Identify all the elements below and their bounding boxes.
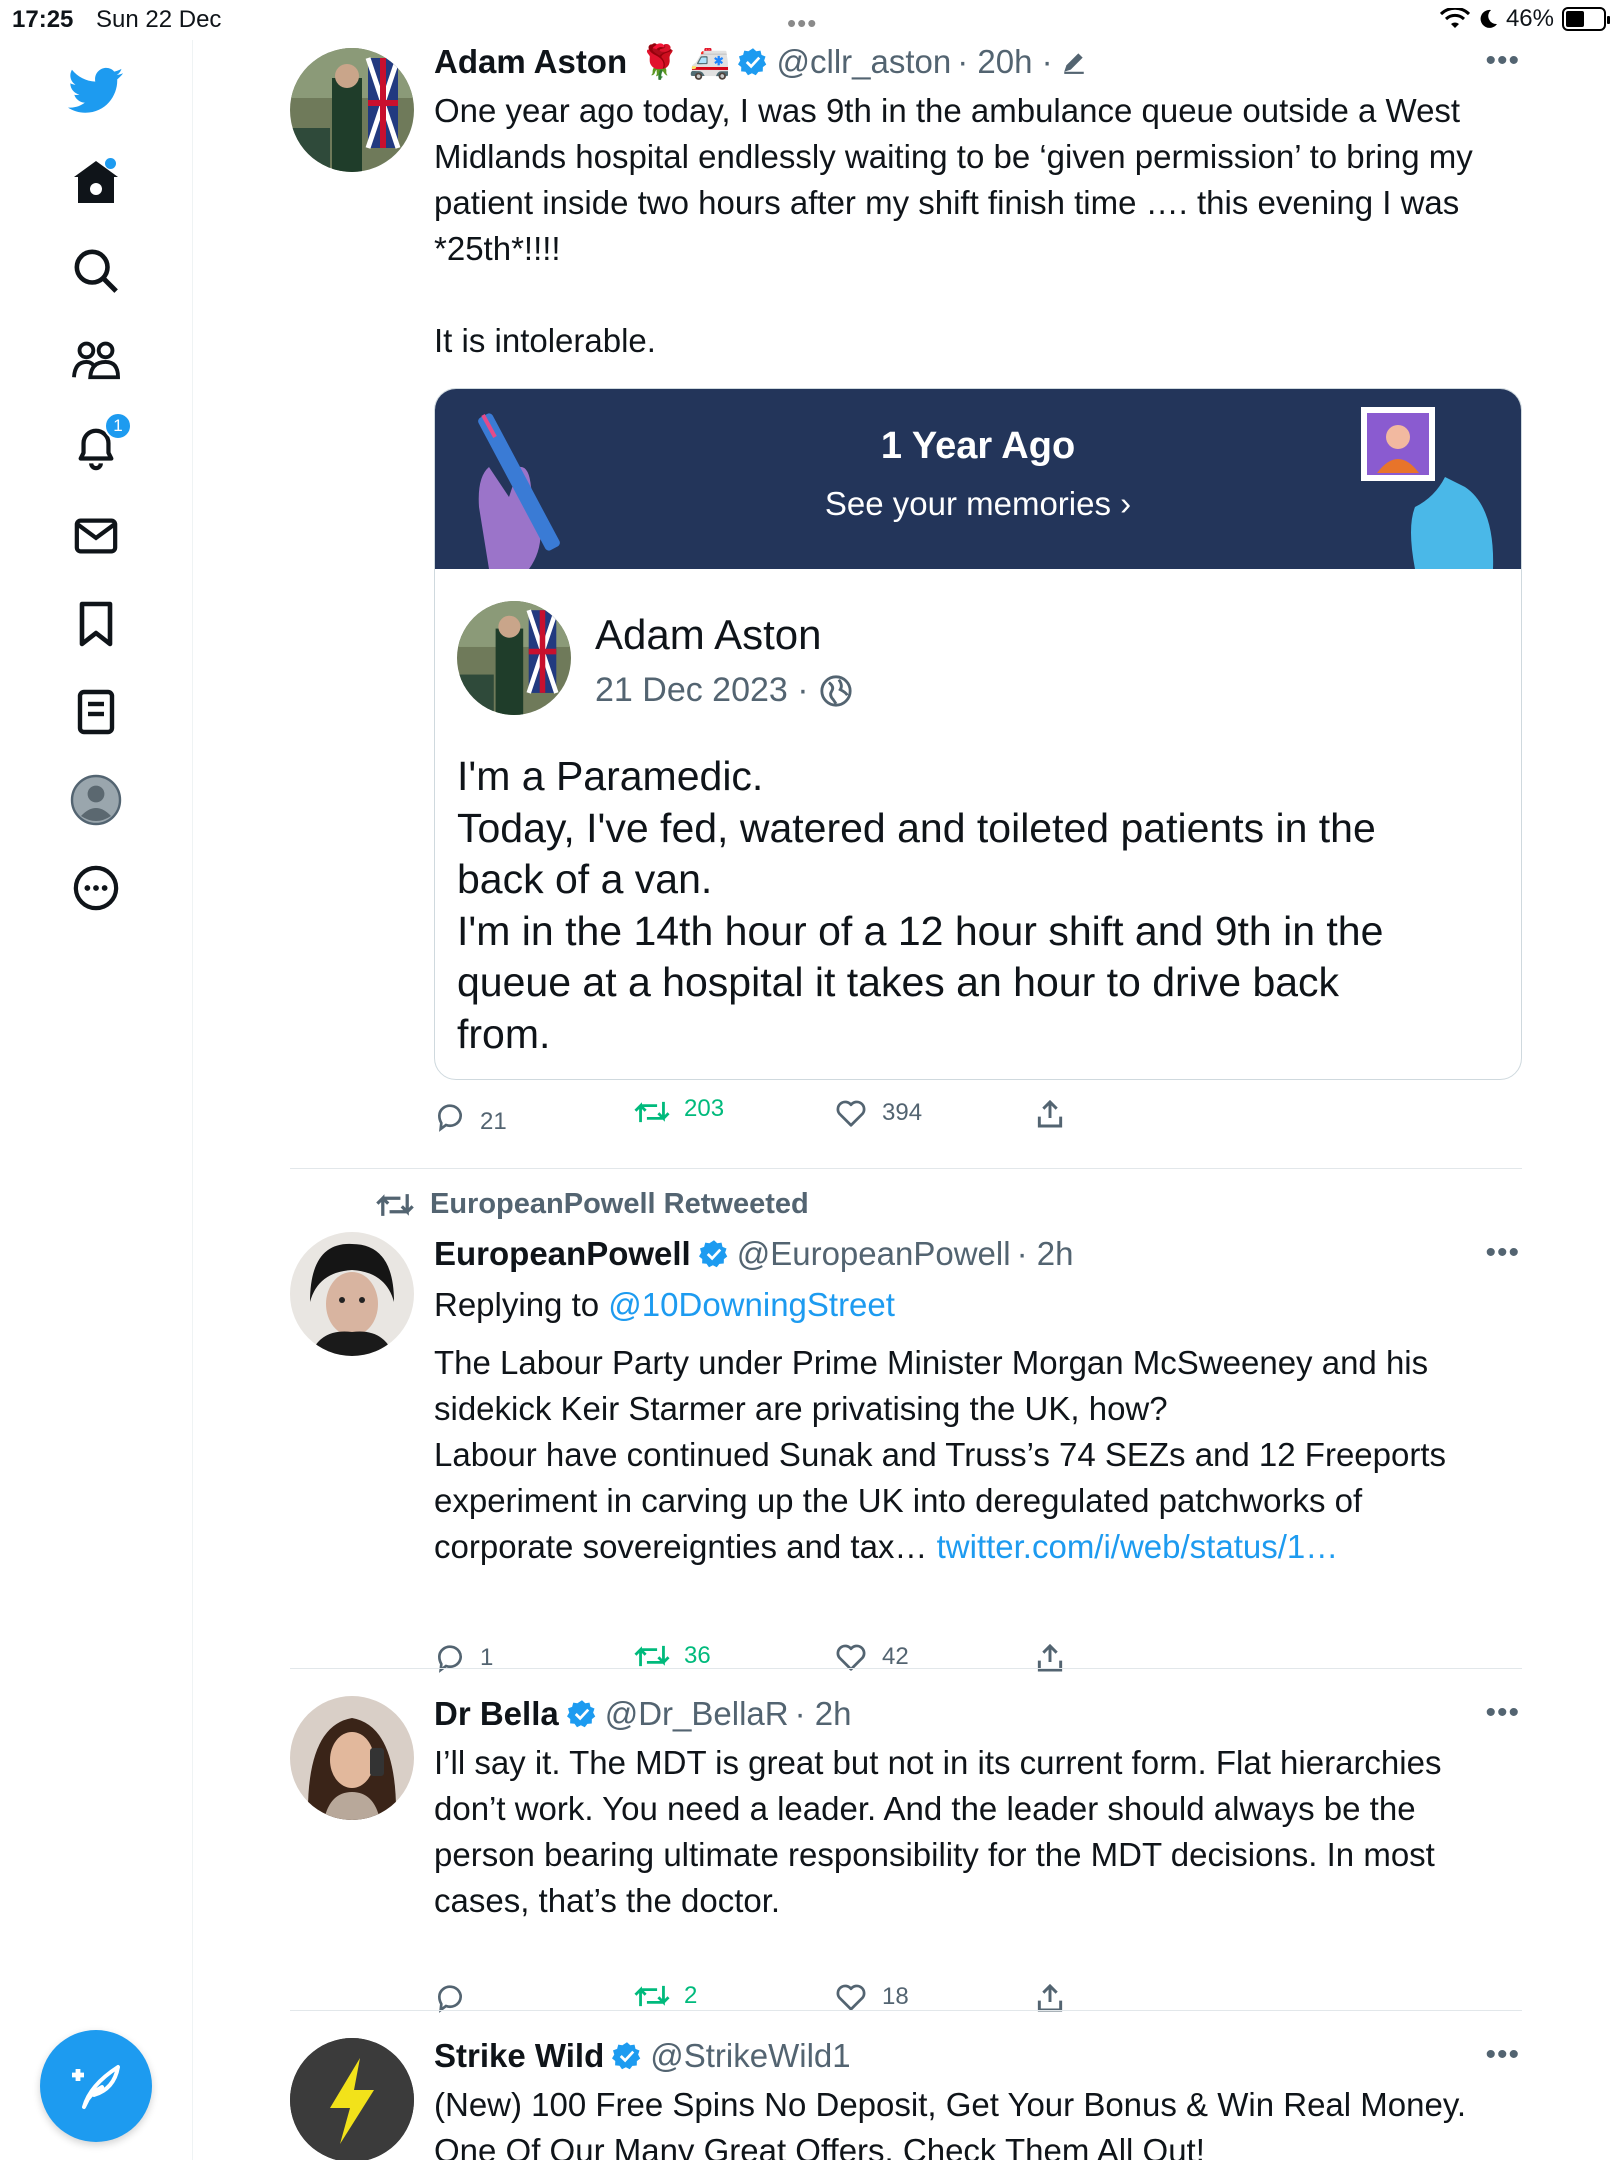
- more-options-icon[interactable]: •••: [1485, 1236, 1520, 1270]
- battery-icon: [1562, 7, 1610, 31]
- lists-icon[interactable]: [58, 674, 134, 750]
- avatar[interactable]: [290, 48, 414, 172]
- battery-percent: 46%: [1505, 5, 1554, 32]
- status-bar: 17:25 Sun 22 Dec ••• 46%: [0, 0, 1620, 40]
- moon-icon: [1480, 9, 1497, 28]
- sidebar-nav: 1: [0, 40, 193, 2160]
- home-icon[interactable]: [58, 144, 134, 220]
- memories-banner[interactable]: 1 Year Ago See your memories ›: [435, 389, 1521, 569]
- tweet-text: One year ago today, I was 9th in the amb…: [434, 92, 1473, 359]
- more-options-icon[interactable]: •••: [1485, 2038, 1520, 2072]
- author-handle[interactable]: @StrikeWild1: [650, 2034, 850, 2078]
- author-name[interactable]: Adam Aston: [434, 40, 627, 84]
- bookmarks-icon[interactable]: [58, 586, 134, 662]
- retweet-icon: [376, 1193, 414, 1216]
- chevron-right-icon: ›: [1120, 485, 1132, 522]
- retweet-icon: [634, 1985, 670, 2007]
- reply-button[interactable]: 21: [434, 1098, 507, 1136]
- author-emojis: 🌹 🚑: [639, 43, 731, 80]
- like-button[interactable]: 18: [834, 1982, 909, 2012]
- avatar[interactable]: [290, 1232, 414, 1356]
- share-icon: [1037, 1643, 1063, 1672]
- share-button[interactable]: [1034, 1098, 1066, 1130]
- author-handle[interactable]: @EuropeanPowell: [737, 1232, 1011, 1276]
- memory-card[interactable]: 1 Year Ago See your memories › Adam Asto…: [434, 388, 1522, 1080]
- reply-icon: [437, 1645, 462, 1673]
- tweet-time[interactable]: · 20h ·: [957, 40, 1052, 84]
- verified-badge-icon: [738, 48, 767, 76]
- avatar[interactable]: [290, 2038, 414, 2160]
- tweet-link[interactable]: twitter.com/i/web/status/1…: [937, 1528, 1339, 1565]
- author-name[interactable]: Strike Wild: [434, 2034, 604, 2078]
- new-tweets-dot: [105, 158, 116, 169]
- multitasking-dots-icon[interactable]: •••: [787, 8, 817, 39]
- search-icon[interactable]: [58, 233, 134, 309]
- verified-badge-icon: [698, 1240, 727, 1268]
- tweet-divider: [290, 2010, 1522, 2011]
- more-options-icon[interactable]: •••: [1485, 1696, 1520, 1730]
- retweet-button[interactable]: 203: [634, 1095, 724, 1126]
- verified-badge-icon: [566, 1700, 595, 1728]
- verified-badge-icon: [612, 2042, 641, 2070]
- tweet-text: (New) 100 Free Spins No Deposit, Get You…: [434, 2086, 1467, 2160]
- author-handle[interactable]: @cllr_aston: [776, 40, 951, 84]
- tweet-actions: 2 18: [434, 1982, 1094, 2022]
- compose-tweet-button[interactable]: [40, 2030, 152, 2142]
- globe-icon: [820, 674, 852, 707]
- tweet-actions: 1 36 42: [434, 1642, 1094, 1682]
- card-author-name: Adam Aston: [595, 611, 822, 658]
- compose-feather-icon: [72, 2065, 120, 2109]
- retweet-icon: [634, 1101, 670, 1123]
- communities-icon[interactable]: [58, 322, 134, 398]
- tweet-text: I’ll say it. The MDT is great but not in…: [434, 1744, 1442, 1919]
- heart-icon: [836, 1984, 866, 2011]
- avatar[interactable]: [290, 1696, 414, 1820]
- card-text: I'm a Paramedic. Today, I've fed, watere…: [457, 753, 1384, 1057]
- retweeted-by: EuropeanPowell Retweeted: [376, 1188, 809, 1221]
- more-options-icon[interactable]: •••: [1485, 44, 1520, 78]
- author-name[interactable]: Dr Bella: [434, 1692, 559, 1736]
- notifications-badge: 1: [104, 412, 132, 440]
- author-name[interactable]: EuropeanPowell: [434, 1232, 691, 1276]
- tweet-divider: [290, 1668, 1522, 1669]
- status-date: Sun 22 Dec: [96, 6, 222, 33]
- heart-icon: [836, 1100, 866, 1127]
- retweet-icon: [634, 1645, 670, 1667]
- tweet-divider: [290, 1168, 1522, 1169]
- card-date: 21 Dec 2023 ·: [595, 671, 853, 710]
- tweet-text: The Labour Party under Prime Minister Mo…: [434, 1344, 1447, 1565]
- hand-photo-illustration: [1361, 407, 1494, 569]
- reply-button[interactable]: 1: [434, 1642, 493, 1674]
- share-icon: [1037, 1099, 1063, 1128]
- tweet-actions: 21 203 394: [434, 1095, 1094, 1138]
- retweet-button[interactable]: 2: [634, 1982, 697, 2010]
- notifications-bell-icon[interactable]: 1: [58, 410, 134, 486]
- replying-to-link[interactable]: @10DowningStreet: [608, 1286, 895, 1323]
- retweet-button[interactable]: 36: [634, 1642, 711, 1670]
- replying-to: Replying to @10DowningStreet: [434, 1286, 895, 1323]
- card-avatar: [457, 601, 571, 715]
- like-button[interactable]: 394: [834, 1098, 922, 1128]
- more-options-icon[interactable]: [58, 850, 134, 926]
- profile-avatar-icon[interactable]: [58, 762, 134, 838]
- wifi-icon: [1439, 8, 1470, 28]
- tweet-time[interactable]: · 2h: [1017, 1232, 1074, 1276]
- status-time: 17:25: [12, 6, 74, 33]
- twitter-logo-icon[interactable]: [58, 53, 134, 129]
- messages-icon[interactable]: [58, 498, 134, 574]
- reply-icon: [437, 1104, 462, 1132]
- edited-pencil-icon: [1063, 53, 1084, 74]
- tweet-time[interactable]: · 2h: [795, 1692, 852, 1736]
- author-handle[interactable]: @Dr_BellaR: [605, 1692, 789, 1736]
- share-button[interactable]: [1034, 1642, 1066, 1674]
